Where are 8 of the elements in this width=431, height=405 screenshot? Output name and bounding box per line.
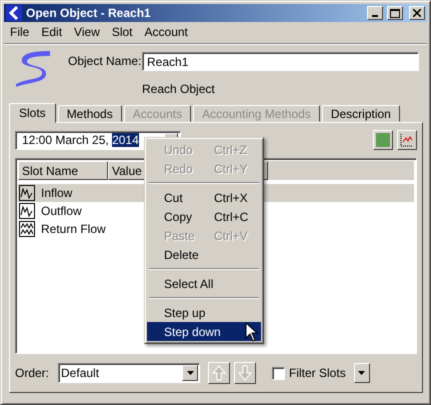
object-name-label: Object Name: [68, 54, 142, 68]
object-type-label: Reach Object [142, 82, 216, 96]
slot-name: Inflow [41, 186, 72, 200]
slot-name: Outflow [41, 204, 82, 218]
slot-name: Return Flow [41, 222, 106, 236]
order-label: Order: [15, 366, 50, 380]
window-title: Open Object - Reach1 [26, 6, 152, 20]
filter-label: Filter Slots [289, 366, 346, 380]
